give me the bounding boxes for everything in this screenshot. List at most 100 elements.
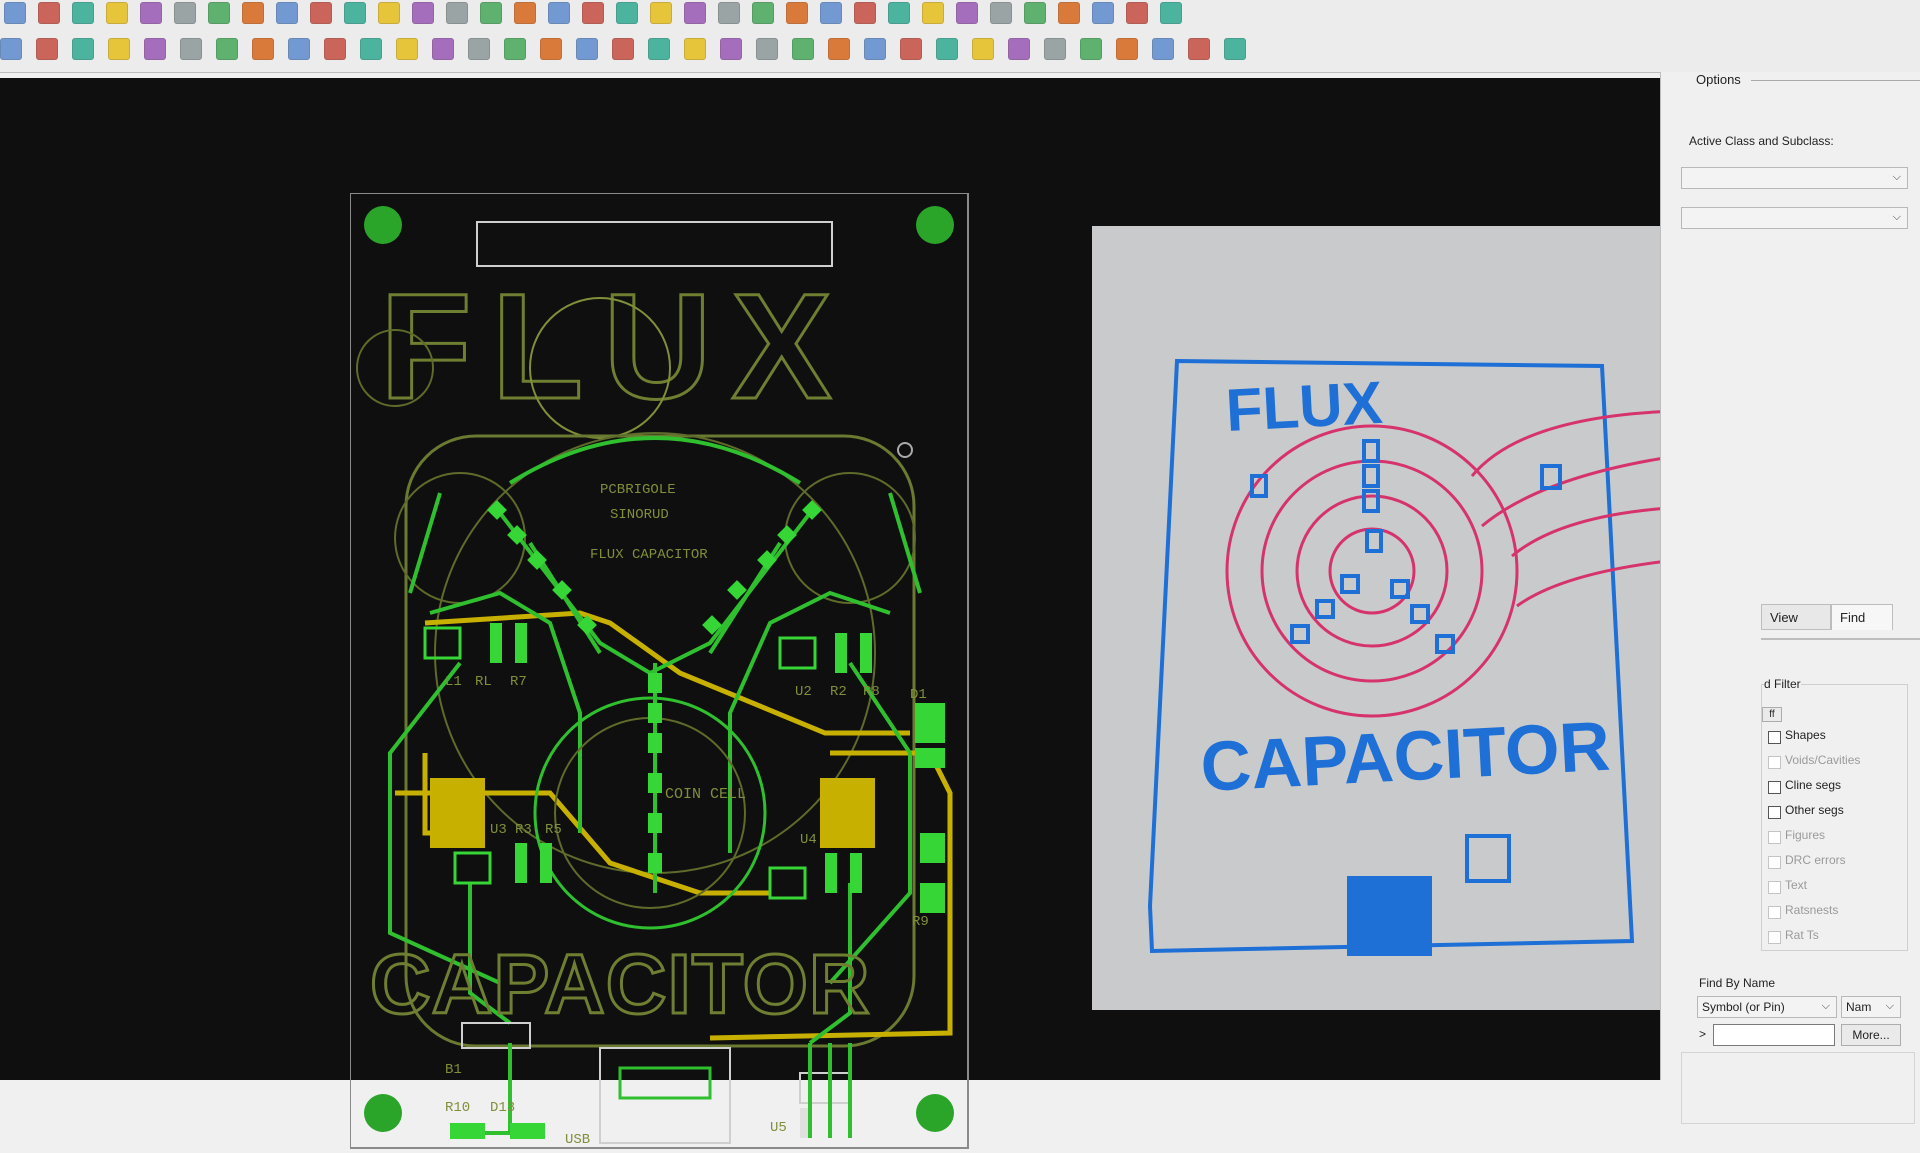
battery-pad[interactable] bbox=[430, 778, 485, 848]
circle-icon[interactable] bbox=[180, 38, 202, 60]
usb-pins[interactable] bbox=[618, 1066, 712, 1100]
pcb-layout[interactable]: FLUX COIN CELL PCBRIGOLE SINORUD FLUX CA… bbox=[350, 193, 980, 1153]
led-pad[interactable] bbox=[648, 733, 662, 753]
grid-icon[interactable] bbox=[310, 2, 332, 24]
dimension2-icon[interactable] bbox=[540, 38, 562, 60]
checkbox[interactable] bbox=[1768, 756, 1781, 769]
led-pad[interactable] bbox=[777, 525, 797, 545]
led-pad[interactable] bbox=[648, 703, 662, 723]
smd-pad[interactable] bbox=[515, 623, 527, 663]
board-icon[interactable] bbox=[650, 2, 672, 24]
smd-pad[interactable] bbox=[450, 1123, 485, 1139]
active-subclass-combo[interactable]: ⌵ bbox=[1681, 207, 1908, 229]
wave-icon[interactable] bbox=[936, 38, 958, 60]
checkbox[interactable] bbox=[1768, 831, 1781, 844]
component-icon[interactable] bbox=[468, 38, 490, 60]
zoom-out-icon[interactable] bbox=[480, 2, 502, 24]
filter-all-off-button[interactable]: ff bbox=[1762, 707, 1782, 722]
checkbox[interactable] bbox=[1768, 806, 1781, 819]
arc-icon[interactable] bbox=[288, 38, 310, 60]
dimension-icon[interactable] bbox=[504, 38, 526, 60]
line-icon[interactable] bbox=[108, 38, 130, 60]
stamp-icon[interactable] bbox=[432, 38, 454, 60]
checkbox[interactable] bbox=[1768, 856, 1781, 869]
checkbox[interactable] bbox=[1768, 906, 1781, 919]
stack-icon[interactable] bbox=[786, 2, 808, 24]
shape-icon[interactable] bbox=[252, 38, 274, 60]
signal-trace[interactable] bbox=[470, 1043, 512, 1135]
gift-icon[interactable] bbox=[1044, 38, 1066, 60]
zoom-prev-icon[interactable] bbox=[514, 2, 536, 24]
array-icon[interactable] bbox=[900, 38, 922, 60]
move-icon[interactable] bbox=[4, 2, 26, 24]
find-mode-combo[interactable]: Nam ⌵ bbox=[1841, 996, 1901, 1018]
grid2-icon[interactable] bbox=[344, 2, 366, 24]
rename-icon[interactable] bbox=[720, 38, 742, 60]
led-pad[interactable] bbox=[648, 853, 662, 873]
refresh-icon[interactable] bbox=[582, 2, 604, 24]
ic-footprint[interactable] bbox=[778, 636, 817, 670]
dropdown-icon[interactable] bbox=[140, 2, 162, 24]
checkbox[interactable] bbox=[1768, 931, 1781, 944]
copy-icon[interactable] bbox=[38, 2, 60, 24]
led-pad[interactable] bbox=[648, 773, 662, 793]
led-pad[interactable] bbox=[648, 813, 662, 833]
mount-hole[interactable] bbox=[364, 1094, 402, 1132]
select-icon[interactable] bbox=[216, 38, 238, 60]
smd-pad[interactable] bbox=[490, 623, 502, 663]
smd-pad[interactable] bbox=[860, 633, 872, 673]
chart-icon[interactable] bbox=[1092, 2, 1114, 24]
checkbox[interactable] bbox=[1768, 781, 1781, 794]
slide-icon[interactable] bbox=[648, 38, 670, 60]
package-icon[interactable] bbox=[1080, 38, 1102, 60]
delete-icon[interactable] bbox=[72, 2, 94, 24]
mount-hole[interactable] bbox=[364, 206, 402, 244]
ic-footprint[interactable] bbox=[453, 851, 492, 885]
checkbox[interactable] bbox=[1768, 881, 1781, 894]
smd-pad[interactable] bbox=[510, 1123, 545, 1139]
ic-footprint[interactable] bbox=[423, 626, 462, 660]
hourglass-icon[interactable] bbox=[1126, 2, 1148, 24]
mount-hole[interactable] bbox=[916, 1094, 954, 1132]
copy2-icon[interactable] bbox=[1116, 38, 1138, 60]
new-icon[interactable] bbox=[972, 38, 994, 60]
film-icon[interactable] bbox=[820, 2, 842, 24]
signal-trace[interactable] bbox=[508, 436, 802, 485]
view-3d-icon[interactable] bbox=[616, 2, 638, 24]
signal-trace[interactable] bbox=[408, 492, 442, 594]
smd-pad[interactable] bbox=[825, 853, 837, 893]
battery-pad[interactable] bbox=[820, 778, 875, 848]
active-class-combo[interactable]: ⌵ bbox=[1681, 167, 1908, 189]
layer-green-icon[interactable] bbox=[0, 38, 22, 60]
mail-icon[interactable] bbox=[1188, 38, 1210, 60]
redo-icon[interactable] bbox=[174, 2, 196, 24]
signal-trace[interactable] bbox=[498, 511, 812, 676]
resistor-pad[interactable] bbox=[920, 883, 945, 913]
resistor-pad[interactable] bbox=[920, 833, 945, 863]
matrix-icon[interactable] bbox=[864, 38, 886, 60]
polygon-icon[interactable] bbox=[360, 38, 382, 60]
ic-footprint[interactable] bbox=[768, 866, 807, 900]
flag-icon[interactable] bbox=[756, 38, 778, 60]
trace-icon[interactable] bbox=[576, 38, 598, 60]
gear-icon[interactable] bbox=[828, 38, 850, 60]
regulator-footprint[interactable] bbox=[799, 1072, 851, 1104]
design-canvas[interactable]: FLUX COIN CELL PCBRIGOLE SINORUD FLUX CA… bbox=[0, 78, 1796, 1149]
grid-toggle-icon[interactable] bbox=[684, 2, 706, 24]
frame-icon[interactable] bbox=[396, 38, 418, 60]
layer-green2-icon[interactable] bbox=[36, 38, 58, 60]
help-icon[interactable] bbox=[1224, 38, 1246, 60]
shield-icon[interactable] bbox=[854, 2, 876, 24]
open-icon[interactable] bbox=[1008, 38, 1030, 60]
highlight-icon[interactable] bbox=[990, 2, 1012, 24]
camera-icon[interactable] bbox=[684, 38, 706, 60]
diode-pad[interactable] bbox=[915, 748, 945, 768]
zoom-in-icon[interactable] bbox=[446, 2, 468, 24]
flow-icon[interactable] bbox=[1160, 2, 1182, 24]
smd-pad[interactable] bbox=[540, 843, 552, 883]
pin-icon[interactable] bbox=[276, 2, 298, 24]
zoom-icon[interactable] bbox=[412, 2, 434, 24]
zoom-fit-icon[interactable] bbox=[378, 2, 400, 24]
via-icon[interactable] bbox=[612, 38, 634, 60]
checkbox[interactable] bbox=[1768, 731, 1781, 744]
